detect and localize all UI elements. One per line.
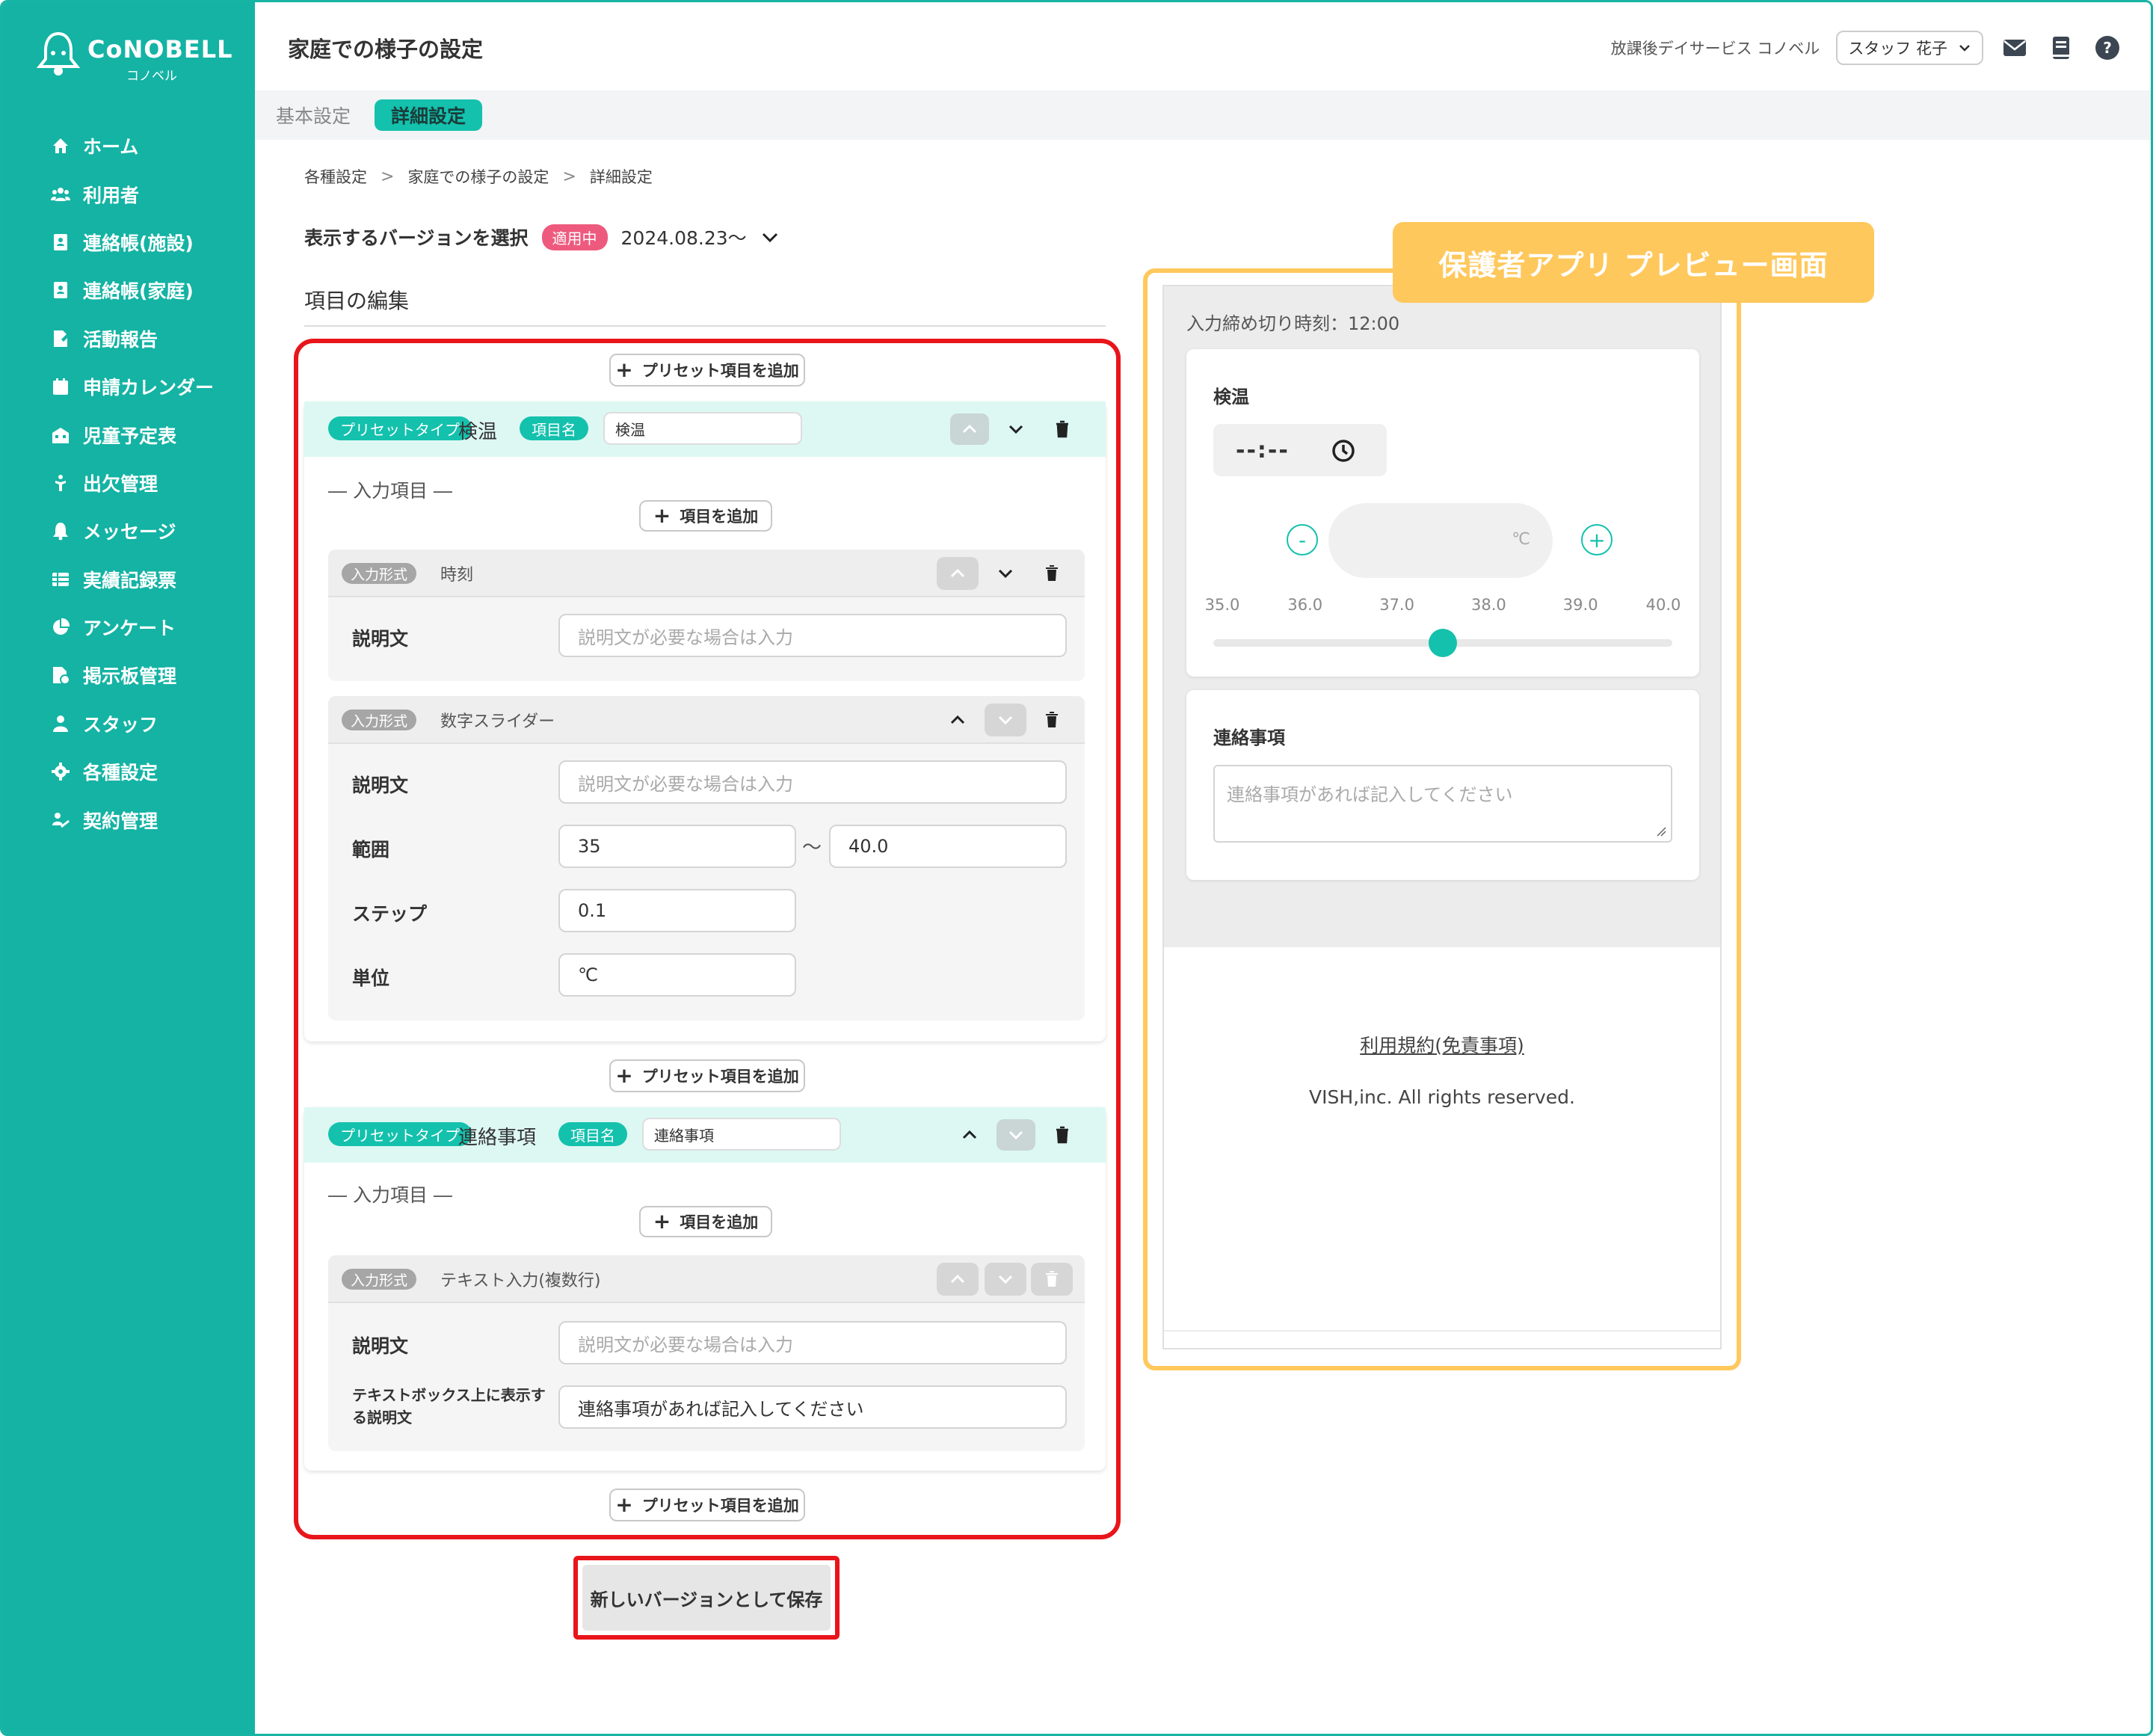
manual-book-icon[interactable] <box>2046 33 2076 63</box>
sidebar-item-label: 出欠管理 <box>83 473 158 495</box>
sidebar-item-label: 活動報告 <box>83 328 158 351</box>
version-label: 表示するバージョンを選択 <box>304 227 529 249</box>
calendar-icon <box>50 376 71 397</box>
sidebar-item-label: 連絡帳(家庭) <box>83 280 194 303</box>
breadcrumb-separator-icon: > <box>562 167 576 186</box>
breadcrumb-separator-icon: > <box>381 167 395 186</box>
contact-book-icon <box>50 280 71 301</box>
sidebar-item[interactable]: 各種設定 <box>2 748 255 795</box>
sidebar-item-label: 児童予定表 <box>83 425 177 447</box>
edit-section-title: 項目の編集 <box>304 289 410 313</box>
breadcrumb-item: 詳細設定 <box>589 168 653 186</box>
report-icon <box>50 328 71 349</box>
breadcrumb: 各種設定 > 家庭での様子の設定 > 詳細設定 <box>304 165 653 188</box>
bell-icon <box>50 520 71 541</box>
sidebar-item-label: ホーム <box>83 136 139 158</box>
mail-icon[interactable] <box>2000 33 2030 63</box>
contact-book-icon <box>50 232 71 253</box>
highlight-frame <box>573 1556 840 1640</box>
header-right: 放課後デイサービス コノベル スタッフ 花子 ? <box>1611 31 2122 65</box>
sidebar-item-label: 利用者 <box>83 184 140 206</box>
board-icon <box>50 665 71 686</box>
app-window: CoNOBELL コノベル ホーム利用者連絡帳(施設) 連絡帳(家庭) 活動報告申請… <box>0 0 2153 1736</box>
sidebar-item-label: 連絡帳(施設) <box>83 232 194 254</box>
sidebar-item[interactable]: スタッフ <box>2 700 255 748</box>
breadcrumb-item[interactable]: 各種設定 <box>304 165 367 188</box>
facility-name: 放課後デイサービス コノベル <box>1610 40 1820 58</box>
tab-detail-settings[interactable]: 詳細設定 <box>375 99 483 131</box>
sidebar-item[interactable]: アンケート <box>2 603 255 651</box>
bell-logo-icon <box>37 31 80 76</box>
sidebar-item-label: 掲示板管理 <box>83 665 177 688</box>
sidebar-item-label: アンケート <box>83 618 176 640</box>
active-badge: 適用中 <box>541 224 608 250</box>
sidebar-item[interactable]: メッセージ <box>2 507 255 555</box>
sidebar-item[interactable]: 申請カレンダー <box>2 363 255 410</box>
sidebar: CoNOBELL コノベル ホーム利用者連絡帳(施設) 連絡帳(家庭) 活動報告申請… <box>2 2 255 1734</box>
home-icon <box>50 135 71 156</box>
sidebar-item[interactable]: 連絡帳(施設) <box>2 218 255 266</box>
page-title: 家庭での様子の設定 <box>288 37 484 62</box>
user-select[interactable]: スタッフ 花子 <box>1836 31 1983 65</box>
header: 家庭での様子の設定 放課後デイサービス コノベル スタッフ 花子 ? <box>255 2 2151 90</box>
highlight-frame <box>294 339 1121 1539</box>
sidebar-item[interactable]: 契約管理 <box>2 795 255 843</box>
divider <box>304 325 1106 327</box>
sidebar-item[interactable]: 出欠管理 <box>2 459 255 507</box>
version-selector[interactable]: 表示するバージョンを選択 適用中 2024.08.23〜 <box>304 224 780 250</box>
staff-icon <box>50 713 71 734</box>
help-icon[interactable]: ? <box>2092 33 2122 63</box>
gear-icon <box>50 761 71 782</box>
sidebar-item[interactable]: 掲示板管理 <box>2 651 255 699</box>
sidebar-item-label: スタッフ <box>83 713 158 736</box>
preview-highlight-frame <box>1143 268 1741 1370</box>
sidebar-item[interactable]: ホーム <box>2 122 255 170</box>
sidebar-item[interactable]: 実績記録票 <box>2 555 255 603</box>
chevron-down-icon[interactable] <box>760 227 780 247</box>
sidebar-item-label: 各種設定 <box>83 762 158 784</box>
svg-text:?: ? <box>2103 39 2112 57</box>
sidebar-item[interactable]: 連絡帳(家庭) <box>2 266 255 314</box>
sidebar-item-label: 実績記録票 <box>83 569 177 591</box>
sidebar-item[interactable]: 活動報告 <box>2 315 255 363</box>
sidebar-item-label: メッセージ <box>83 521 176 544</box>
table-icon <box>50 569 71 590</box>
attendance-icon <box>50 473 71 493</box>
users-icon <box>50 184 71 205</box>
sidebar-nav: ホーム利用者連絡帳(施設) 連絡帳(家庭) 活動報告申請カレンダー 児童予定表出欠管理… <box>2 122 255 844</box>
pie-chart-icon <box>50 617 71 638</box>
sidebar-item-label: 申請カレンダー <box>83 377 215 399</box>
version-date: 2024.08.23〜 <box>620 227 747 249</box>
sidebar-item[interactable]: 児童予定表 <box>2 410 255 458</box>
contract-icon <box>50 810 71 831</box>
preview-label: 保護者アプリ プレビュー画面 <box>1393 222 1874 303</box>
sidebar-item[interactable]: 利用者 <box>2 170 255 218</box>
tab-basic-settings[interactable]: 基本設定 <box>259 99 367 131</box>
chevron-down-icon <box>1959 45 1970 52</box>
schedule-icon <box>50 425 71 446</box>
logo[interactable]: CoNOBELL コノベル <box>37 31 233 84</box>
breadcrumb-item[interactable]: 家庭での様子の設定 <box>407 165 549 188</box>
user-name: スタッフ 花子 <box>1848 40 1947 58</box>
brand-name: CoNOBELL <box>87 35 233 64</box>
brand-sub: コノベル <box>126 69 177 84</box>
tab-bar: 基本設定 詳細設定 <box>255 90 2151 140</box>
sidebar-item-label: 契約管理 <box>83 810 158 832</box>
